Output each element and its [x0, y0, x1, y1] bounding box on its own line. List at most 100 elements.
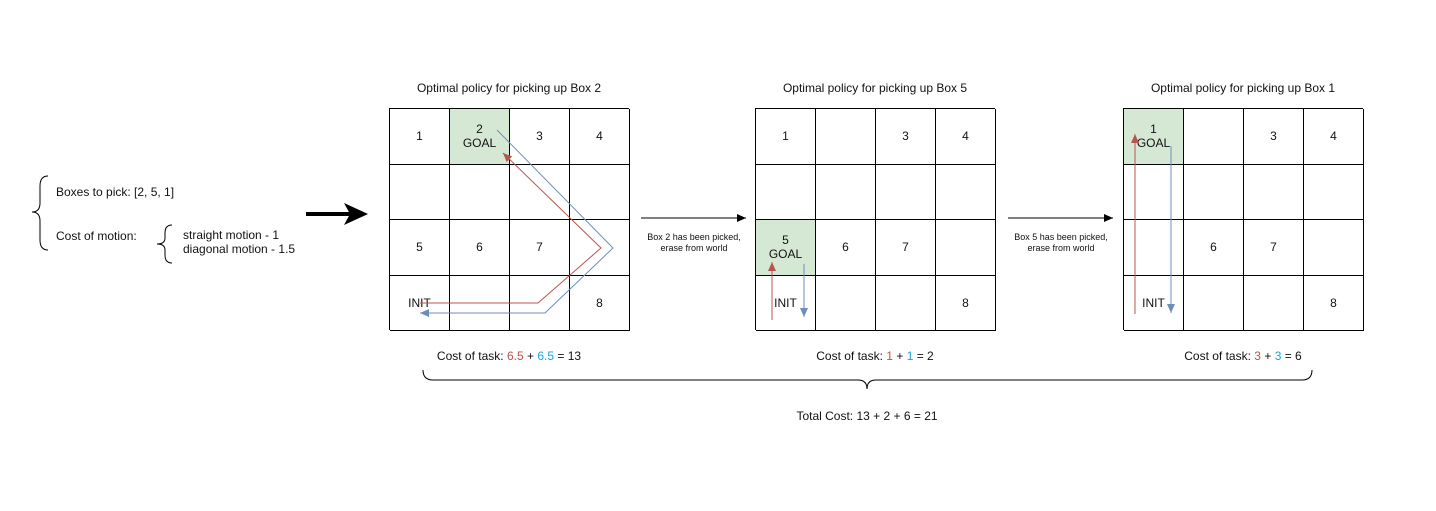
cost-of-motion-label: Cost of motion: [56, 229, 137, 243]
grid-cell: 6 [1184, 220, 1244, 276]
grid-cell: 7 [510, 220, 570, 276]
init-cell: INIT [756, 275, 816, 331]
cost-of-task-box-1: Cost of task: 3 + 3 = 6 [1123, 349, 1363, 363]
cost-red-value: 1 [886, 349, 893, 363]
transition-label-1: Box 2 has been picked, erase from world [640, 232, 748, 254]
cost-plus: + [896, 349, 904, 363]
cost-red-value: 3 [1254, 349, 1261, 363]
grid-cell: 4 [936, 109, 996, 165]
cost-of-task-box-5: Cost of task: 1 + 1 = 2 [755, 349, 995, 363]
total-cost: Total Cost: 13 + 2 + 6 = 21 [796, 409, 938, 423]
straight-motion-label: straight motion - 1 [183, 228, 280, 242]
grid-cell: 1 [390, 109, 450, 165]
bottom-brace [422, 369, 1313, 390]
grid-box-1: 1 GOAL 3 4 6 7 INIT 8 [1123, 108, 1364, 331]
cell-number: 8 [596, 295, 603, 310]
big-arrow-head [344, 203, 368, 225]
grid-cell: 3 [510, 109, 570, 165]
grid-cell: 6 [816, 220, 876, 276]
cell-number: 5 [416, 240, 423, 255]
grid-cell [816, 164, 876, 220]
cell-number: 2 [476, 122, 483, 137]
cost-plus: + [1264, 349, 1272, 363]
cell-number: 7 [1270, 240, 1277, 255]
transition-2-line-2: erase from world [1027, 243, 1095, 253]
cell-number: 8 [962, 295, 969, 310]
grid-cell [756, 164, 816, 220]
grid-cell [1184, 275, 1244, 331]
init-label: INIT [408, 295, 431, 310]
grid-box-5: 1 3 4 5 GOAL 6 7 INIT 8 [755, 108, 996, 331]
goal-label: GOAL [768, 247, 803, 262]
grid-cell [876, 275, 936, 331]
grid-cell [816, 109, 876, 165]
goal-cell: 5 GOAL [756, 220, 816, 276]
grid-cell: 7 [1244, 220, 1304, 276]
cost-plus: + [526, 349, 534, 363]
cell-number: 3 [536, 129, 543, 144]
grid-cell: 5 [390, 220, 450, 276]
cost-of-task-box-2: Cost of task: 6.5 + 6.5 = 13 [389, 349, 629, 363]
grid-cell [1244, 164, 1304, 220]
cell-number: 1 [782, 129, 789, 144]
grid-cell [1304, 164, 1364, 220]
grid-cell: 8 [936, 275, 996, 331]
goal-label: GOAL [462, 136, 497, 151]
cost-result: = 6 [1284, 349, 1302, 363]
init-cell: INIT [390, 275, 450, 331]
cell-number: 6 [1210, 240, 1217, 255]
grid-cell: 8 [1304, 275, 1364, 331]
grid-cell [570, 164, 630, 220]
outer-brace [31, 175, 49, 251]
grid-cell [876, 164, 936, 220]
inner-brace [156, 224, 173, 264]
cell-number: 6 [476, 240, 483, 255]
cell-number: 8 [1330, 295, 1337, 310]
grid-cell [450, 275, 510, 331]
transition-2-line-1: Box 5 has been picked, [1014, 232, 1108, 242]
grid-cell: 6 [450, 220, 510, 276]
cell-number: 7 [902, 240, 909, 255]
cost-blue-value: 1 [906, 349, 914, 363]
grid-cell [1124, 220, 1184, 276]
grid-cell [936, 220, 996, 276]
grid-cell [510, 275, 570, 331]
grid-cell: 1 [756, 109, 816, 165]
grid-cell: 4 [570, 109, 630, 165]
grid-title-box-2: Optimal policy for picking up Box 2 [416, 81, 602, 95]
grid-cell [450, 164, 510, 220]
grid-cell [1124, 164, 1184, 220]
cell-number: 1 [416, 129, 423, 144]
init-label: INIT [1142, 295, 1165, 310]
transition-1-line-1: Box 2 has been picked, [647, 232, 741, 242]
cost-blue-value: 6.5 [537, 349, 555, 363]
cell-number: 1 [1150, 122, 1157, 137]
grid-box-2: 1 2 GOAL 3 4 5 6 7 INIT 8 [389, 108, 630, 331]
cost-blue-value: 3 [1274, 349, 1282, 363]
cell-number: 4 [962, 129, 969, 144]
grid-title-box-5: Optimal policy for picking up Box 5 [782, 81, 968, 95]
grid-title-box-1: Optimal policy for picking up Box 1 [1150, 81, 1336, 95]
grid-cell [1184, 109, 1244, 165]
cost-result: = 2 [916, 349, 934, 363]
grid-cell [936, 164, 996, 220]
grid-cell: 8 [570, 275, 630, 331]
cell-number: 6 [842, 240, 849, 255]
cost-prefix: Cost of task: [1184, 349, 1251, 363]
grid-cell [1244, 275, 1304, 331]
transition-1-line-2: erase from world [660, 243, 728, 253]
goal-label: GOAL [1136, 136, 1171, 151]
cell-number: 3 [902, 129, 909, 144]
grid-cell [390, 164, 450, 220]
grid-cell [1184, 164, 1244, 220]
cell-number: 7 [536, 240, 543, 255]
grid-cell [570, 220, 630, 276]
grid-cell [510, 164, 570, 220]
init-label: INIT [774, 295, 797, 310]
init-cell: INIT [1124, 275, 1184, 331]
transition-label-2: Box 5 has been picked, erase from world [1007, 232, 1115, 254]
diagonal-motion-label: diagonal motion - 1.5 [183, 242, 296, 256]
cell-number: 5 [782, 233, 789, 248]
cell-number: 4 [596, 129, 603, 144]
goal-cell: 2 GOAL [450, 109, 510, 165]
